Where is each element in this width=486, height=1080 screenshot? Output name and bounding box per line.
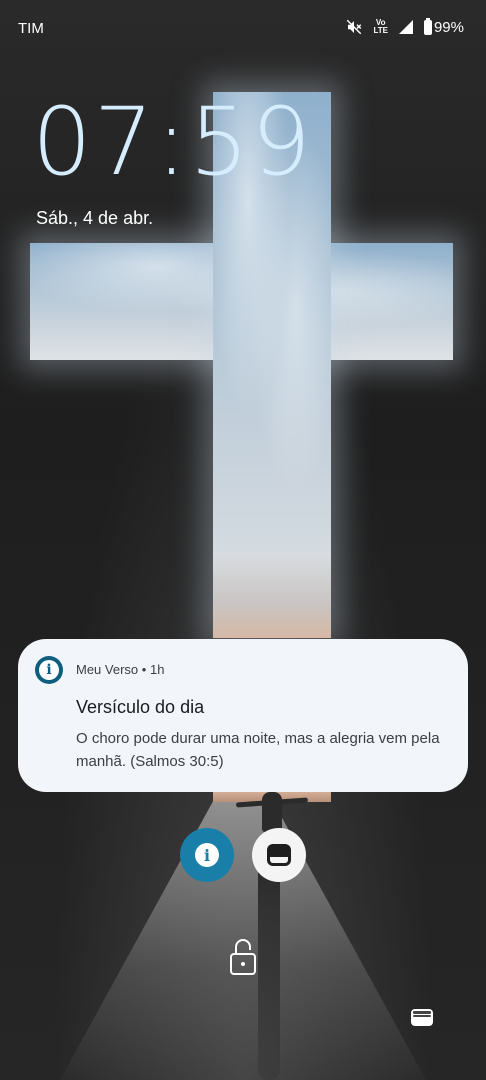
battery-icon xyxy=(423,17,432,35)
notification-app-name: Meu Verso xyxy=(76,662,139,677)
wallet-icon[interactable] xyxy=(410,1006,434,1028)
mute-icon xyxy=(347,19,362,35)
lock-icon[interactable] xyxy=(228,936,258,976)
app-shortcut-button[interactable] xyxy=(252,828,306,882)
wallpaper-person-shadow xyxy=(258,860,280,1080)
status-bar: TIM Vo LTE 99% xyxy=(0,0,486,56)
notification-title: Versículo do dia xyxy=(76,697,205,717)
info-icon: i xyxy=(35,656,63,684)
notification-body: O choro pode durar uma noite, mas a aleg… xyxy=(76,730,440,770)
app-icon xyxy=(267,844,291,866)
wallpaper-horizon xyxy=(213,552,331,638)
battery-percentage: 99% xyxy=(433,18,464,36)
lockscreen-date: Sáb., 4 de abr. xyxy=(36,208,154,228)
lockscreen-clock: 07:59 xyxy=(32,88,313,197)
lock-screen: TIM Vo LTE 99% 07:59 Sáb., 4 de abr. i M… xyxy=(0,0,486,1080)
notification-card[interactable]: i Meu Verso • 1h Versículo do dia O chor… xyxy=(18,639,468,792)
info-shortcut-button[interactable]: i xyxy=(180,828,234,882)
volte-icon: Vo LTE xyxy=(373,18,388,35)
carrier-label: TIM xyxy=(18,20,44,37)
status-icons: Vo LTE 99% xyxy=(345,17,464,36)
notification-header: Meu Verso • 1h xyxy=(76,662,164,677)
battery-indicator: 99% xyxy=(423,17,464,36)
info-icon: i xyxy=(195,843,219,867)
notification-age: 1h xyxy=(149,662,165,677)
notification-separator: • xyxy=(141,662,147,677)
wallpaper-person xyxy=(262,792,282,832)
signal-icon xyxy=(398,20,413,34)
